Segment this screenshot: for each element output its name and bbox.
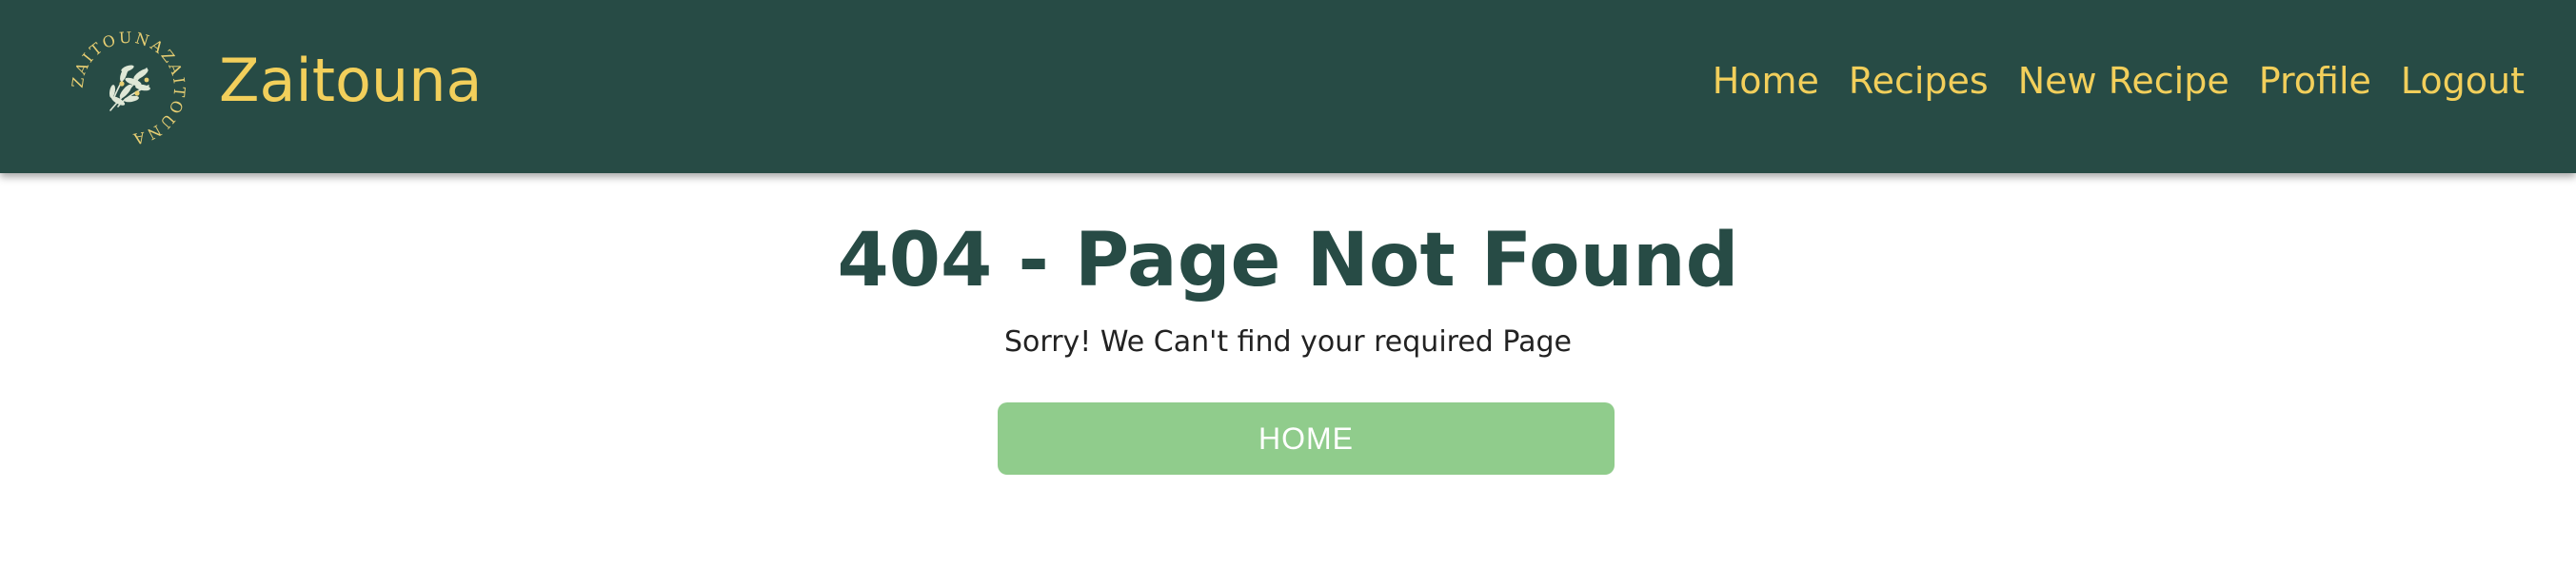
- brand-home-link[interactable]: ZAITOUNAZAITOUNA: [70, 30, 483, 147]
- brand-name: Zaitouna: [219, 46, 483, 115]
- main-nav: Home Recipes New Recipe Profile Logout: [1683, 0, 2525, 162]
- nav-link-new-recipe[interactable]: New Recipe: [2018, 63, 2229, 99]
- navbar: ZAITOUNAZAITOUNA: [0, 0, 2576, 173]
- nav-link-profile[interactable]: Profile: [2259, 63, 2371, 99]
- nav-link-recipes[interactable]: Recipes: [1849, 63, 1989, 99]
- home-button[interactable]: HOME: [998, 402, 1615, 475]
- error-message: Sorry! We Can't find your required Page: [1004, 325, 1572, 359]
- nav-link-home[interactable]: Home: [1713, 63, 1819, 99]
- olive-branch-icon: ZAITOUNAZAITOUNA: [70, 30, 187, 147]
- page-title: 404 - Page Not Found: [837, 218, 1739, 303]
- nav-link-logout[interactable]: Logout: [2401, 63, 2525, 99]
- not-found-section: 404 - Page Not Found Sorry! We Can't fin…: [0, 173, 2576, 567]
